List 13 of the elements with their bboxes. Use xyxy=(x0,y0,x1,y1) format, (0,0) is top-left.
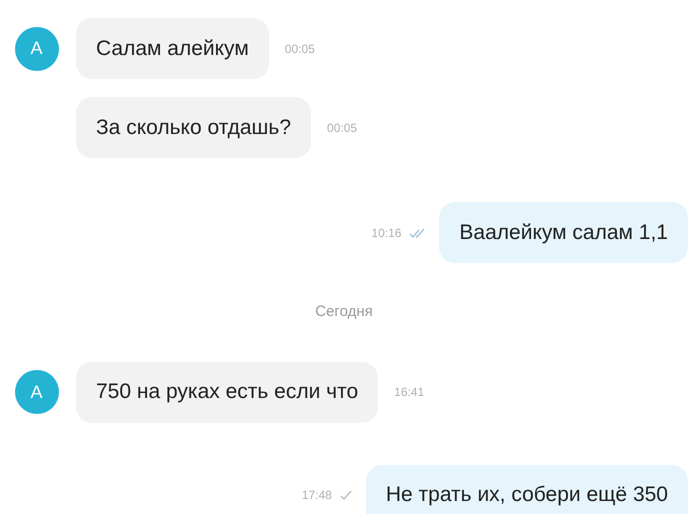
message-bubble: 750 на руках есть если что xyxy=(76,362,378,422)
message-time: 16:41 xyxy=(394,384,424,401)
message-bubble: Ваалейкум салам 1,1 xyxy=(439,202,688,263)
message-bubble: Не трать их, собери ещё 350 xyxy=(366,464,688,514)
date-divider: Сегодня xyxy=(315,302,373,322)
message-bubble: Салам алейкум xyxy=(76,18,269,79)
avatar[interactable]: A xyxy=(14,26,58,70)
message-time: 10:16 xyxy=(371,224,402,242)
message-time: 00:05 xyxy=(284,40,315,58)
avatar[interactable]: A xyxy=(14,370,58,414)
message-time: 17:48 xyxy=(302,487,332,504)
message-time: 00:05 xyxy=(327,120,358,136)
message-bubble: За сколько отдашь? xyxy=(76,97,312,158)
